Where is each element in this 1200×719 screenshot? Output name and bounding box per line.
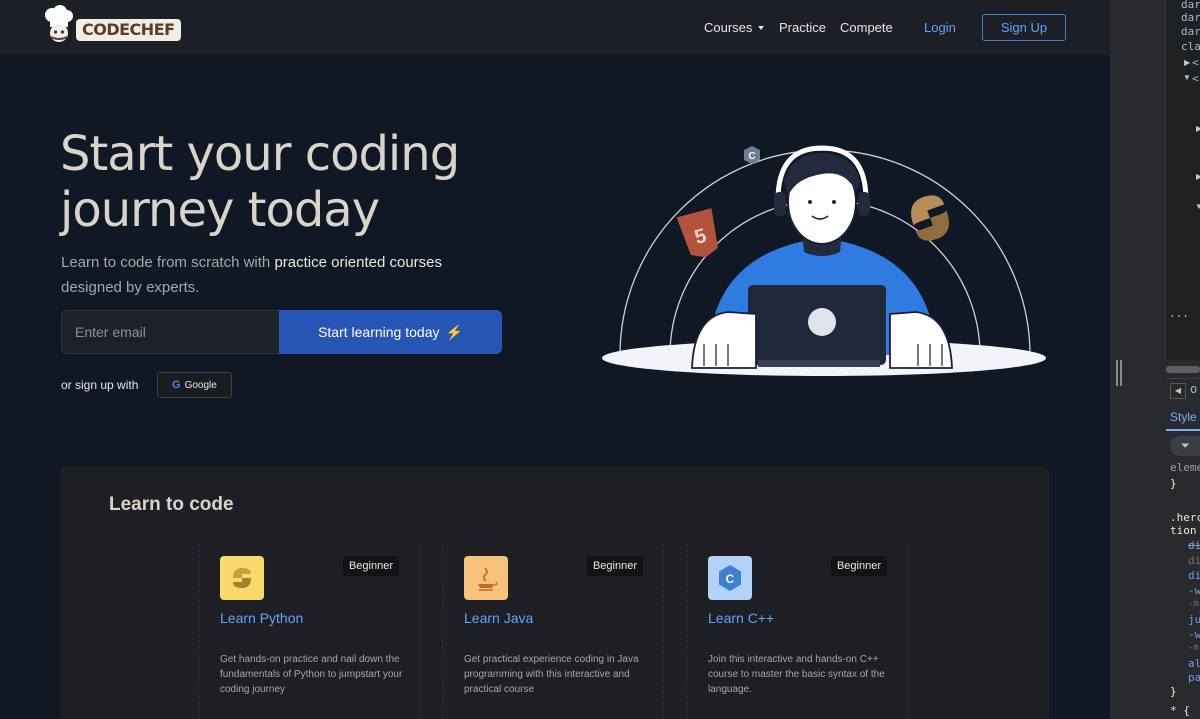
codechef-site: CODECHEF Courses Practice Compete Login … [0,0,1110,719]
css-property[interactable]: -m [1188,641,1199,656]
hero-subtitle: Learn to code from scratch with practice… [61,250,501,300]
course-title[interactable]: Learn C++ [708,610,774,626]
dom-line[interactable]: dar [1181,11,1200,25]
expand-arrow-icon[interactable]: ▶ [1196,124,1200,133]
css-selector[interactable]: tion [1170,523,1197,538]
close-brace: } [1170,477,1177,490]
nav-courses[interactable]: Courses [704,20,765,35]
course-card-cpp[interactable]: C Beginner Learn C++ Join this interacti… [686,544,908,719]
course-description: Get practical experience coding in Java … [464,654,639,695]
nav-compete[interactable]: Compete [840,20,893,35]
dom-line[interactable]: cla [1181,40,1200,54]
or-signup-label: or sign up with [61,378,139,392]
css-property[interactable]: di [1188,538,1200,553]
course-card-java[interactable]: Beginner Learn Java Get practical experi… [442,544,664,719]
hero-subtitle-start: Learn to code from scratch with [61,254,275,271]
learn-to-code-section: Learn to code Beginner Learn Python Get … [60,466,1049,719]
navbar: CODECHEF Courses Practice Compete Login … [0,0,1110,56]
devtools-elements-tree [1166,0,1200,360]
css-property[interactable]: -w [1188,583,1200,598]
google-icon: G [172,379,181,391]
page: CODECHEF Courses Practice Compete Login … [0,0,1200,719]
level-badge: Beginner [586,556,643,576]
close-brace: } [1170,685,1177,698]
start-learning-label: Start learning today [318,324,440,340]
nav-practice[interactable]: Practice [779,20,826,35]
collapse-arrow-icon[interactable]: ▼ [1195,202,1200,211]
styles-tab-indicator [1166,429,1200,431]
collapse-arrow-icon[interactable]: ▼ [1183,73,1191,82]
styles-tab[interactable]: Style [1170,410,1197,424]
filter-icon[interactable]: ⏷ [1170,436,1200,456]
section-title: Learn to code [109,494,234,515]
css-property[interactable]: -m [1188,597,1199,612]
nav-courses-label: Courses [704,20,753,35]
google-label: Google [184,380,217,391]
devtools-divider [1165,0,1166,360]
more-dots[interactable]: ··· [1169,310,1189,324]
start-learning-button[interactable]: Start learning today ⚡ [279,310,502,354]
svg-text:C: C [726,572,735,586]
html5-icon: 5 [676,208,718,258]
codechef-logo[interactable]: CODECHEF [40,5,181,45]
python-icon [220,556,264,600]
css-property[interactable]: -w [1188,627,1200,642]
dom-line[interactable]: < [1192,72,1199,86]
login-link[interactable]: Login [924,20,956,35]
course-title[interactable]: Learn Java [464,610,533,626]
resize-handle[interactable] [1116,360,1122,386]
hero-subtitle-highlight: practice oriented courses [274,254,443,271]
level-badge: Beginner [342,556,399,576]
hero-subtitle-end: designed by experts. [61,279,200,296]
css-property[interactable]: di [1188,568,1200,583]
signup-button[interactable]: Sign Up [982,14,1066,41]
level-badge: Beginner [830,556,887,576]
lightning-icon: ⚡ [445,324,463,340]
element-style-label: eleme [1170,461,1200,474]
chef-hat-icon [45,5,73,42]
devtools-tab-row: ◀ o [1166,378,1200,404]
horizontal-scrollbar[interactable] [1166,366,1200,373]
hero-illustration: C 5 [602,145,1046,376]
google-signup-button[interactable]: G Google [157,372,232,398]
course-title[interactable]: Learn Python [220,610,303,626]
email-input[interactable] [61,310,280,354]
css-property[interactable]: ju [1188,612,1200,627]
course-description: Get hands-on practice and nail down the … [220,654,403,695]
chevron-left-icon[interactable]: ◀ [1170,383,1186,399]
hero-title: Start your coding journey today [60,126,460,238]
css-selector[interactable]: * { [1170,703,1190,718]
dom-tab-letter[interactable]: o [1190,382,1197,396]
css-property[interactable]: di [1188,553,1200,568]
python-logo-icon [911,195,949,241]
css-property[interactable]: al [1188,656,1200,671]
expand-arrow-icon[interactable]: ▶ [1196,172,1200,181]
css-property[interactable]: pa [1188,670,1200,685]
cpp-icon: C [708,556,752,600]
logo-text: CODECHEF [76,19,181,41]
chevron-down-icon [758,26,765,30]
expand-arrow-icon[interactable]: ▶ [1184,58,1190,67]
java-icon [464,556,508,600]
course-description: Join this interactive and hands-on C++ c… [708,654,885,695]
dom-line[interactable]: dar [1181,25,1200,39]
dom-line[interactable]: < [1192,56,1199,70]
svg-text:C: C [748,151,755,162]
course-card-python[interactable]: Beginner Learn Python Get hands-on pract… [198,544,420,719]
